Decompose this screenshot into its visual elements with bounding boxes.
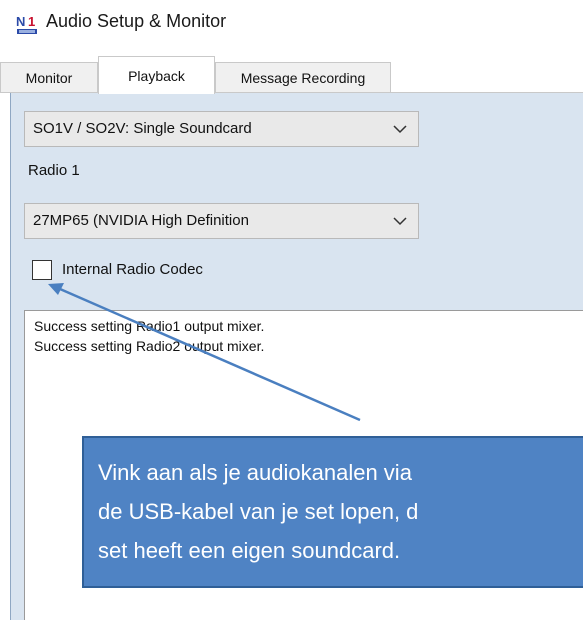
chevron-down-icon [393,217,407,226]
svg-text:1: 1 [28,14,35,29]
tab-playback[interactable]: Playback [98,56,215,94]
radio-label: Radio 1 [28,162,80,179]
annotation-callout: Vink aan als je audiokanalen via de USB-… [82,436,583,588]
app-logo-icon: N 1 [16,13,38,35]
audio-device-value: 27MP65 (NVIDIA High Definition [33,212,249,229]
callout-line: Vink aan als je audiokanalen via [98,460,412,485]
svg-text:N: N [16,14,25,29]
tab-message-recording[interactable]: Message Recording [215,62,391,92]
log-line: Success setting Radio1 output mixer. [34,318,265,334]
soundcard-mode-select[interactable]: SO1V / SO2V: Single Soundcard [24,111,419,147]
internal-radio-codec-checkbox[interactable] [32,260,52,280]
tab-monitor[interactable]: Monitor [0,62,98,92]
chevron-down-icon [393,125,407,134]
callout-line: de USB-kabel van je set lopen, d [98,499,419,524]
soundcard-mode-value: SO1V / SO2V: Single Soundcard [33,120,252,137]
internal-radio-codec-label: Internal Radio Codec [62,261,203,278]
audio-device-select[interactable]: 27MP65 (NVIDIA High Definition [24,203,419,239]
log-line: Success setting Radio2 output mixer. [34,338,265,354]
title-bar: N 1 Audio Setup & Monitor [0,0,583,56]
callout-line: set heeft een eigen soundcard. [98,538,401,563]
window-title: Audio Setup & Monitor [46,11,227,31]
tab-strip: Monitor Playback Message Recording [0,56,583,94]
panel-border [10,93,11,620]
